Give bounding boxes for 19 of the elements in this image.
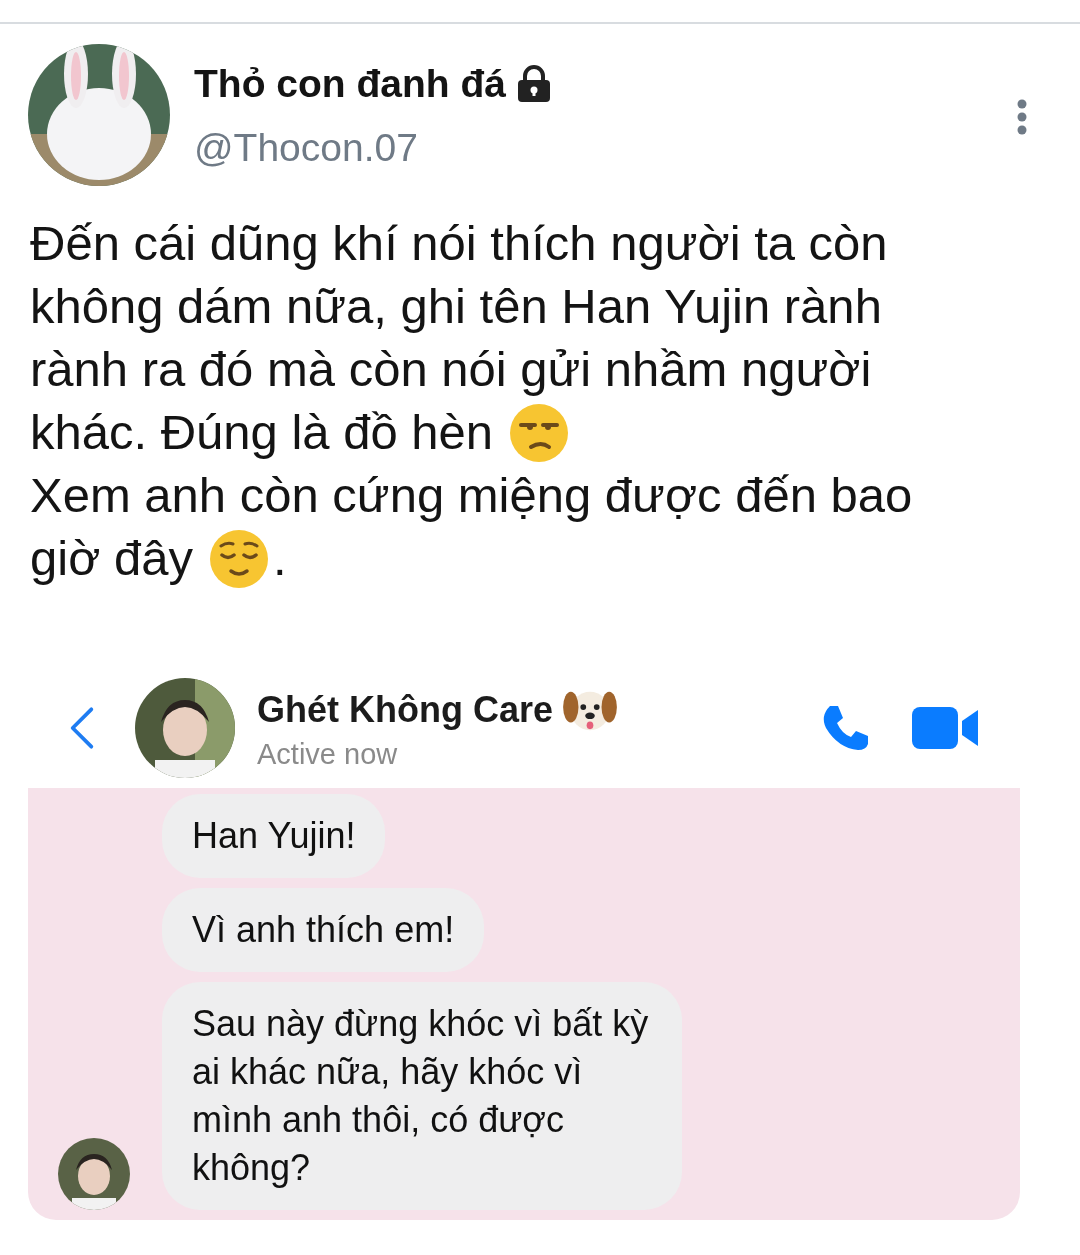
more-options-icon[interactable]: [1016, 99, 1028, 135]
author-name: Thỏ con đanh đá: [194, 62, 506, 106]
tweet-text: khác. Đúng là đồ hèn: [30, 404, 494, 461]
message-bubble: Sau này đừng khóc vì bất kỳ ai khác nữa, hãy khóc vì mình anh thôi, có được không?: [162, 982, 682, 1210]
contact-name: Ghét Không Care: [257, 688, 553, 731]
back-icon[interactable]: [68, 705, 96, 751]
contact-status: Active now: [257, 737, 399, 771]
message-bubble: Han Yujin!: [162, 794, 386, 878]
tweet-text: Đến cái dũng khí nói thích người ta còn: [30, 215, 888, 272]
unamused-face-icon: [509, 402, 570, 463]
message-bubble: Vì anh thích em!: [162, 888, 485, 972]
tweet-text: không dám nữa, ghi tên Han Yujin rành: [30, 278, 882, 335]
tweet-text: .: [272, 530, 287, 587]
tweet-text: Xem anh còn cứng miệng được đến bao: [30, 467, 913, 524]
tweet-text: giờ đây: [30, 530, 193, 587]
author-handle: @Thocon.07: [194, 126, 419, 170]
relieved-face-icon: [208, 528, 269, 589]
video-camera-icon[interactable]: [912, 707, 980, 749]
tweet-text: rành ra đó mà còn nói gửi nhầm người: [30, 341, 872, 398]
